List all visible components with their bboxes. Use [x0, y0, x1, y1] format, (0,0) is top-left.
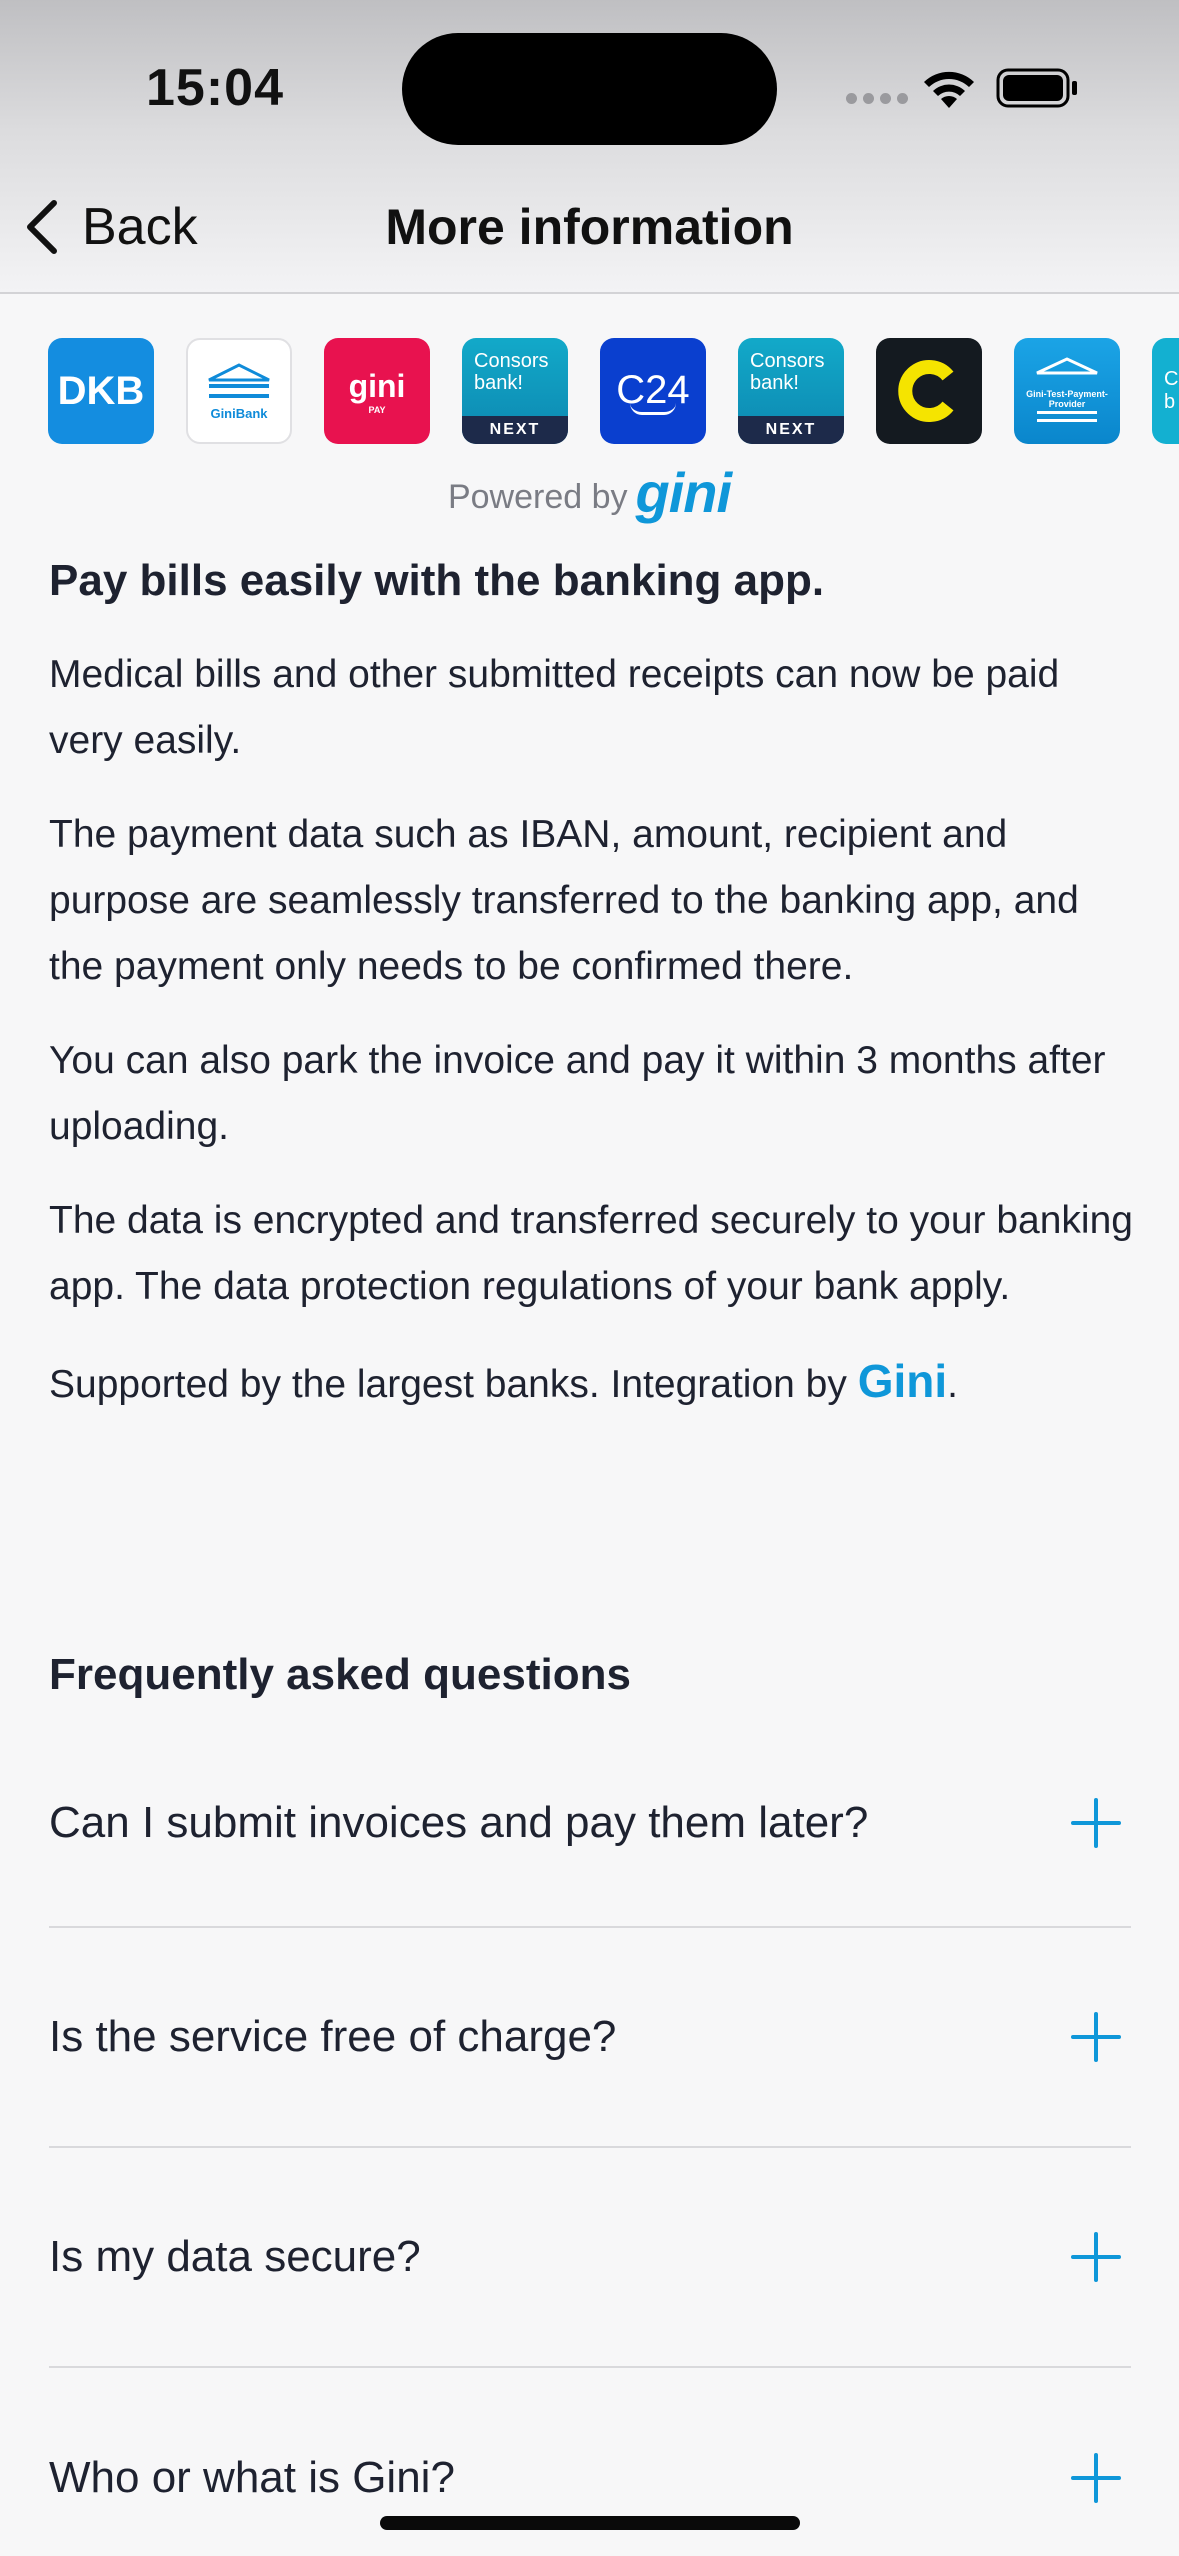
bank-logo-label: gini	[348, 367, 406, 404]
bank-building-icon	[1036, 357, 1098, 375]
bank-logo-label: Consors	[750, 350, 825, 372]
faq-item-data-secure[interactable]: Is my data secure?	[49, 2148, 1131, 2368]
bank-logo-label: bank!	[474, 372, 523, 394]
info-paragraph: Medical bills and other submitted receip…	[49, 653, 1060, 762]
supported-by-suffix: .	[947, 1363, 958, 1406]
bank-logo-label: C b	[1164, 368, 1179, 413]
smile-icon	[630, 403, 676, 415]
bank-logo-c24[interactable]: C24	[600, 338, 706, 444]
plus-icon[interactable]	[1071, 2012, 1121, 2062]
info-heading: Pay bills easily with the banking app.	[49, 556, 825, 605]
powered-by-label: Powered by	[447, 478, 628, 516]
cellular-signal-icon	[846, 93, 908, 104]
gini-link[interactable]: Gini	[858, 1355, 947, 1407]
supported-by-text: Supported by the largest banks. Integrat…	[49, 1348, 1139, 1418]
gini-logo: gini	[635, 461, 733, 524]
bank-logo-gini-test-payment-provider[interactable]: Gini-Test-Payment-Provider	[1014, 338, 1120, 444]
plus-icon[interactable]	[1071, 1798, 1121, 1848]
bank-base-icon	[1037, 411, 1097, 422]
powered-by: Powered by gini	[0, 460, 1179, 525]
info-paragraph: The payment data such as IBAN, amount, r…	[49, 813, 1079, 988]
bank-logo-dkb[interactable]: DKB	[48, 338, 154, 444]
more-information-screen: 15:04 Back More information DKB GiniBank…	[0, 0, 1179, 2556]
bank-logo-label: bank!	[750, 372, 799, 394]
info-paragraph: The data is encrypted and transferred se…	[49, 1199, 1133, 1308]
info-paragraph: You can also park the invoice and pay it…	[49, 1039, 1106, 1148]
bank-logo-partial[interactable]: C b	[1152, 338, 1179, 444]
supported-by-prefix: Supported by the largest banks. Integrat…	[49, 1363, 858, 1406]
bank-logo-consorsbank-next[interactable]: Consors bank! NEXT	[462, 338, 568, 444]
bank-logo-consorsbank-next-2[interactable]: Consors bank! NEXT	[738, 338, 844, 444]
dynamic-island	[402, 33, 777, 145]
bank-logo-label: Consors	[474, 350, 549, 372]
faq-item-free-of-charge[interactable]: Is the service free of charge?	[49, 1928, 1131, 2148]
faq-item-submit-later[interactable]: Can I submit invoices and pay them later…	[49, 1720, 1131, 1928]
faq-title: Frequently asked questions	[49, 1650, 631, 1699]
home-indicator	[380, 2516, 800, 2530]
faq-question: Who or what is Gini?	[49, 2453, 455, 2502]
header: 15:04 Back More information	[0, 0, 1179, 294]
bank-logo-sublabel: PAY	[368, 404, 386, 415]
bank-logo-badge: NEXT	[738, 416, 844, 444]
page-title: More information	[385, 199, 794, 255]
faq-list: Can I submit invoices and pay them later…	[49, 1720, 1131, 2556]
info-section: Pay bills easily with the banking app. M…	[49, 556, 1139, 1418]
faq-question: Is my data secure?	[49, 2232, 421, 2281]
bank-logo-label: DKB	[57, 368, 145, 413]
plus-icon[interactable]	[1071, 2232, 1121, 2282]
bank-logo-ginibank[interactable]: GiniBank	[186, 338, 292, 444]
battery-icon	[996, 68, 1077, 108]
bank-building-icon	[208, 362, 270, 398]
c-logo-icon	[898, 360, 954, 422]
faq-question: Can I submit invoices and pay them later…	[49, 1798, 869, 1847]
wifi-icon	[924, 71, 974, 108]
plus-icon[interactable]	[1071, 2453, 1121, 2503]
bank-logo-label: GiniBank	[210, 405, 268, 421]
bank-logo-c[interactable]	[876, 338, 982, 444]
bank-logos-row[interactable]: DKB GiniBank gini PAY Consors bank! NEXT…	[48, 338, 1179, 444]
bank-logo-gini-pay[interactable]: gini PAY	[324, 338, 430, 444]
faq-question: Is the service free of charge?	[49, 2012, 617, 2061]
bank-logo-label: Gini-Test-Payment-Provider	[1026, 389, 1108, 409]
bank-logo-badge: NEXT	[462, 416, 568, 444]
status-time: 15:04	[146, 59, 284, 117]
